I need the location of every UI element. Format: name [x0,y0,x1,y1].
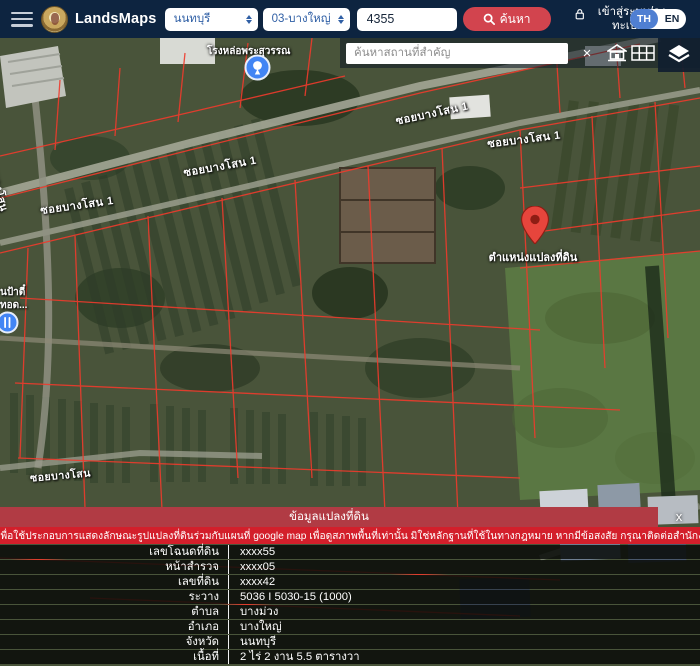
table-row: หน้าสำรวจ xxxx05 [0,560,700,574]
menu-icon[interactable] [11,12,33,27]
top-bar: LandsMaps นนทบุรี 03-บางใหญ่ ค้นหา เข้าส… [0,0,700,38]
grid-view-button[interactable] [630,41,656,65]
search-button-label: ค้นหา [500,10,531,29]
row-label: หน้าสำรวจ [0,560,229,574]
row-value: xxxx05 [229,560,700,574]
disclaimer-notice: ข้อมูลนี้เพื่อใช้ประกอบการแสดงลักษณะรูปแ… [0,527,700,544]
row-value: บางใหญ่ [229,620,700,634]
search-icon [483,13,495,25]
place-pin-icon [244,54,271,81]
poi-marker[interactable] [0,311,19,339]
table-row: เลขโฉนดที่ดิน xxxx55 [0,545,700,559]
restaurant-pin-icon [0,311,19,334]
layers-icon [667,44,691,66]
map-toolbar: × [340,38,700,68]
row-value: xxxx42 [229,575,700,589]
province-select-value: นนทบุรี [174,10,211,28]
row-label: เลขที่ดิน [0,575,229,589]
table-row: เนื้อที่ 2 ไร่ 2 งาน 5.5 ตารางวา [0,650,700,664]
row-label: ระวาง [0,590,229,604]
table-row: ระวาง 5036 I 5030-15 (1000) [0,590,700,604]
parcel-marker-pin-icon [521,206,549,249]
parcel-number-input[interactable] [357,8,457,31]
province-select[interactable]: นนทบุรี [165,8,258,31]
table-row: ตำบล บางม่วง [0,605,700,619]
clear-search-icon[interactable]: × [574,42,600,64]
row-value: 2 ไร่ 2 งาน 5.5 ตารางวา [229,650,700,664]
row-value: บางม่วง [229,605,700,619]
row-label: เนื้อที่ [0,650,229,664]
table-row: อำเภอ บางใหญ่ [0,620,700,634]
district-select[interactable]: 03-บางใหญ่ [263,8,350,31]
poi-marker[interactable] [244,54,271,86]
row-label: จังหวัด [0,635,229,649]
chevron-updown-icon [246,15,252,24]
language-toggle[interactable]: TH EN [630,9,686,29]
bank-building-icon [607,44,627,62]
grid-icon [631,45,655,61]
panel-close-button[interactable]: x [668,505,690,527]
home-parcel-button[interactable] [604,41,630,65]
search-button[interactable]: ค้นหา [463,7,551,31]
place-search-input[interactable] [346,43,568,64]
district-select-value: 03-บางใหญ่ [272,10,331,28]
chevron-updown-icon [338,15,344,24]
row-value: นนทบุรี [229,635,700,649]
row-label: อำเภอ [0,620,229,634]
row-label: เลขโฉนดที่ดิน [0,545,229,559]
dol-logo-icon [41,6,68,33]
row-value: 5036 I 5030-15 (1000) [229,590,700,604]
table-row: เลขที่ดิน xxxx42 [0,575,700,589]
row-label: ตำบล [0,605,229,619]
parcel-marker-label: ตำแหน่งแปลงที่ดิน [468,248,598,266]
lang-en-button[interactable]: EN [658,9,686,29]
table-row: จังหวัด นนทบุรี [0,635,700,649]
layers-button[interactable] [658,38,700,72]
lock-icon [575,7,585,21]
lang-th-button[interactable]: TH [630,9,658,29]
row-value: xxxx55 [229,545,700,559]
parcel-info-table: เลขโฉนดที่ดิน xxxx55 หน้าสำรวจ xxxx05 เล… [0,545,700,665]
app-title: LandsMaps [75,11,157,27]
parcel-info-panel-title: ข้อมูลแปลงที่ดิน [0,507,658,527]
